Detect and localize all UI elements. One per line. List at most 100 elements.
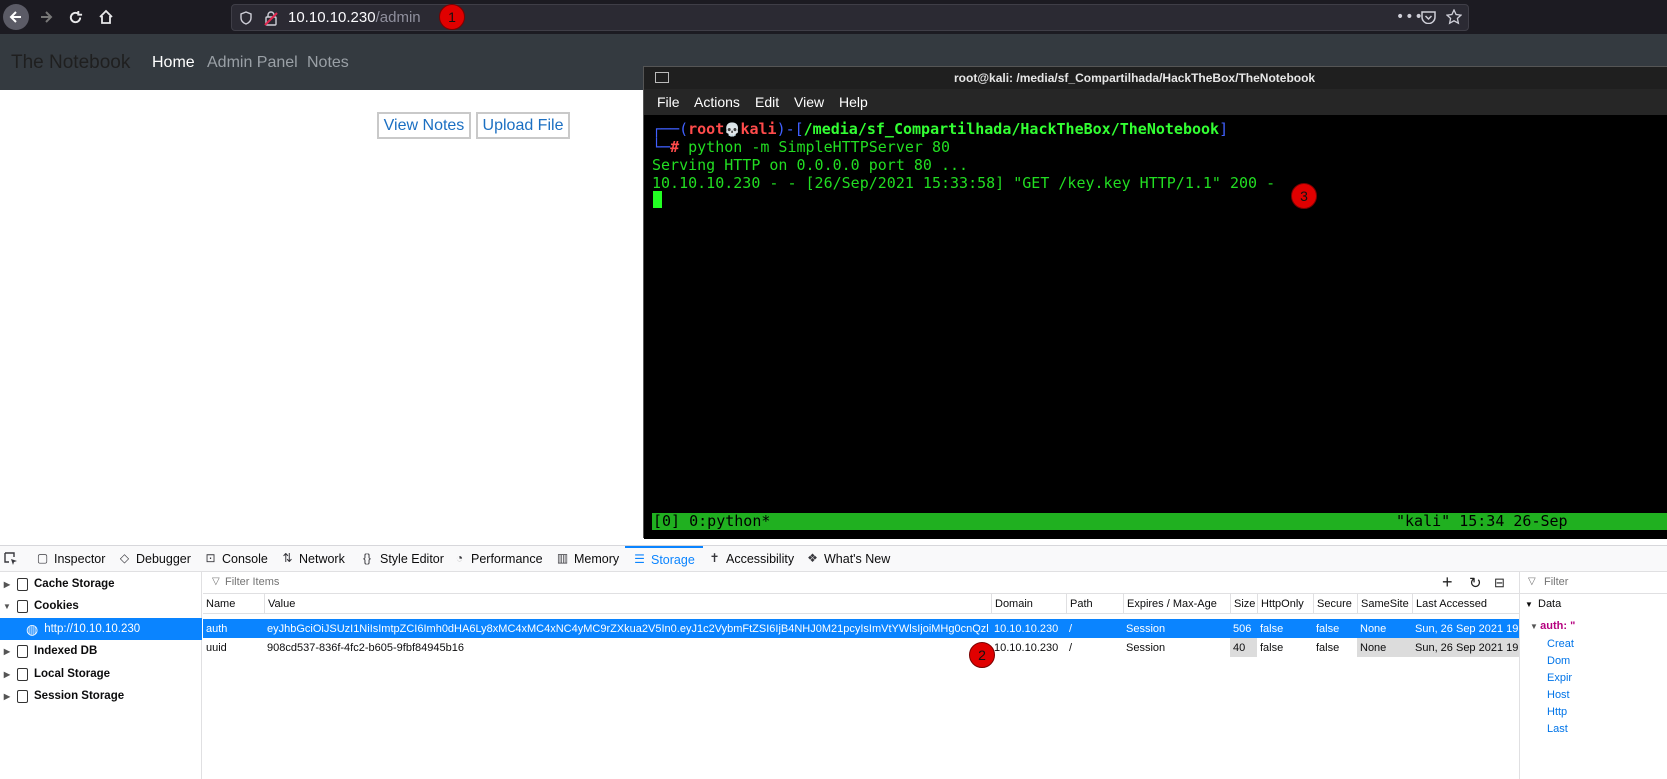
forward-button[interactable] <box>33 4 59 30</box>
view-notes-button[interactable]: View Notes <box>377 112 471 139</box>
col-size[interactable]: Size <box>1230 594 1257 613</box>
tab-performance[interactable]: ◔ Performance <box>453 546 543 571</box>
col-path[interactable]: Path <box>1066 594 1123 613</box>
menu-view[interactable]: View <box>794 94 824 110</box>
terminal-titlebar[interactable]: root@kali: /media/sf_Compartilhada/HackT… <box>644 67 1667 89</box>
sidebar-filter-input[interactable]: Filter <box>1544 576 1568 588</box>
terminal-cursor <box>653 191 662 208</box>
devtools-panel: ▢ Inspector ◇ Debugger ⊡ Console ⇅ Network {… <box>0 545 1667 779</box>
tree-session-storage[interactable]: ▶ Session Storage <box>0 685 202 707</box>
toggle-sidebar-icon[interactable]: ⊟ <box>1494 575 1505 591</box>
filter-items-bar[interactable]: ▽ Filter Items + ↻ ⊟ <box>203 572 1519 594</box>
col-name[interactable]: Name <box>203 594 264 613</box>
console-icon: ⊡ <box>205 551 216 565</box>
tree-indexed-db[interactable]: ▶ Indexed DB <box>0 640 202 662</box>
tree-cookies[interactable]: ▼ Cookies <box>0 595 202 617</box>
sidebar-item[interactable]: Dom <box>1547 655 1570 667</box>
cell-secure: false <box>1316 641 1340 654</box>
col-value[interactable]: Value <box>264 594 991 613</box>
col-last-accessed[interactable]: Last Accessed <box>1412 594 1519 613</box>
url-host: 10.10.10.230 <box>288 9 376 26</box>
menu-file[interactable]: File <box>657 94 680 110</box>
bookmark-star-icon[interactable] <box>1445 8 1463 28</box>
refresh-items-icon[interactable]: ↻ <box>1469 574 1482 592</box>
sidebar-item[interactable]: Host <box>1547 689 1570 701</box>
nav-home[interactable]: Home <box>152 54 195 72</box>
tab-whats-new[interactable]: ❖ What's New <box>806 546 890 571</box>
cell-value: eyJhbGciOiJSUzI1NiIsImtpZCI6Imh0dHA6Ly8x… <box>267 622 988 635</box>
sidebar-data-header[interactable]: ▼ Data <box>1520 594 1667 614</box>
reload-button[interactable] <box>62 4 88 30</box>
tree-label: Cookies <box>34 600 79 612</box>
home-button[interactable] <box>93 4 119 30</box>
menu-actions[interactable]: Actions <box>694 94 740 110</box>
gift-icon: ❖ <box>807 551 818 565</box>
menu-help[interactable]: Help <box>839 94 868 110</box>
tree-local-storage[interactable]: ▶ Local Storage <box>0 663 202 685</box>
sidebar-item[interactable]: Last <box>1547 723 1568 735</box>
sidebar-item[interactable]: Http <box>1547 706 1567 718</box>
cell-samesite: None <box>1360 622 1387 635</box>
table-row[interactable]: auth eyJhbGciOiJSUzI1NiIsImtpZCI6Imh0dHA… <box>203 619 1519 638</box>
tab-console[interactable]: ⊡ Console <box>204 546 267 571</box>
nav-notes[interactable]: Notes <box>307 54 349 72</box>
menu-edit[interactable]: Edit <box>755 94 779 110</box>
database-icon <box>17 577 28 591</box>
page-actions-menu-icon[interactable]: ••• <box>1396 9 1424 25</box>
tmux-status-bar: [0] 0:python* "kali" 15:34 26-Sep <box>652 513 1667 530</box>
cell-path: / <box>1069 641 1073 654</box>
sidebar-filter[interactable]: ▽ Filter <box>1520 572 1667 594</box>
cell-domain: 10.10.10.230 <box>994 641 1059 654</box>
browser-toolbar: 10.10.10.230/admin ••• <box>0 0 1667 34</box>
tab-memory[interactable]: ▥ Memory <box>556 546 619 571</box>
prompt-user: root <box>688 120 725 138</box>
tree-label: Indexed DB <box>34 645 98 657</box>
url-bar[interactable]: 10.10.10.230/admin ••• <box>231 4 1469 31</box>
tab-storage[interactable]: ☰ Storage <box>625 546 703 571</box>
sidebar-item[interactable]: Expir <box>1547 672 1572 684</box>
col-samesite[interactable]: SameSite <box>1357 594 1412 613</box>
add-item-icon[interactable]: + <box>1442 572 1453 593</box>
col-expires[interactable]: Expires / Max-Age <box>1123 594 1230 613</box>
col-httponly[interactable]: HttpOnly <box>1257 594 1313 613</box>
nav-admin-panel[interactable]: Admin Panel <box>207 54 298 72</box>
expand-arrow-icon: ▶ <box>3 579 11 589</box>
back-button[interactable] <box>3 4 29 30</box>
database-icon <box>17 644 28 658</box>
url-text: 10.10.10.230/admin <box>288 9 421 26</box>
tab-inspector-label: Inspector <box>54 551 106 566</box>
col-secure[interactable]: Secure <box>1313 594 1357 613</box>
upload-file-button[interactable]: Upload File <box>476 112 570 139</box>
storage-tree: ▶ Cache Storage ▼ Cookies ◍ http://10.10.10… <box>0 572 202 779</box>
tab-accessibility[interactable]: ✝ Accessibility <box>708 546 794 571</box>
sidebar-auth-entry[interactable]: ▼ auth: " <box>1530 620 1575 632</box>
table-row[interactable]: uuid 908cd537-836f-4fc2-b605-9fbf84945b1… <box>203 638 1519 657</box>
url-path: /admin <box>375 9 421 26</box>
site-brand[interactable]: The Notebook <box>11 52 130 74</box>
cell-name: uuid <box>206 641 227 654</box>
terminal-window[interactable]: root@kali: /media/sf_Compartilhada/HackT… <box>643 66 1667 539</box>
pocket-icon[interactable] <box>1421 10 1436 27</box>
tab-network[interactable]: ⇅ Network <box>281 546 344 571</box>
cell-last-accessed: Sun, 26 Sep 2021 19... <box>1415 622 1519 635</box>
expand-arrow-icon: ▶ <box>3 691 11 701</box>
element-picker-button[interactable] <box>4 546 18 571</box>
col-domain[interactable]: Domain <box>991 594 1066 613</box>
tree-cache-storage[interactable]: ▶ Cache Storage <box>0 573 202 595</box>
debugger-icon: ◇ <box>119 551 130 565</box>
output-line-2: 10.10.10.230 - - [26/Sep/2021 15:33:58] … <box>652 174 1276 192</box>
tab-inspector[interactable]: ▢ Inspector <box>36 546 106 571</box>
tree-cookies-host[interactable]: ◍ http://10.10.10.230 <box>0 618 202 640</box>
prompt-host: kali <box>740 120 777 138</box>
back-arrow-icon <box>9 11 21 23</box>
collapse-arrow-icon: ▼ <box>3 601 11 611</box>
globe-icon: ◍ <box>26 620 39 637</box>
tab-performance-label: Performance <box>471 551 543 566</box>
prompt-hash: # <box>670 138 680 156</box>
filter-items-input[interactable]: Filter Items <box>225 576 279 588</box>
collapse-arrow-icon: ▼ <box>1525 600 1533 609</box>
tab-style-editor[interactable]: {} Style Editor <box>359 546 444 571</box>
tab-debugger[interactable]: ◇ Debugger <box>118 546 191 571</box>
sidebar-item[interactable]: Creat <box>1547 638 1574 650</box>
terminal-screen[interactable]: ┌──(root💀kali)-[/media/sf_Compartilhada/… <box>644 115 1667 539</box>
